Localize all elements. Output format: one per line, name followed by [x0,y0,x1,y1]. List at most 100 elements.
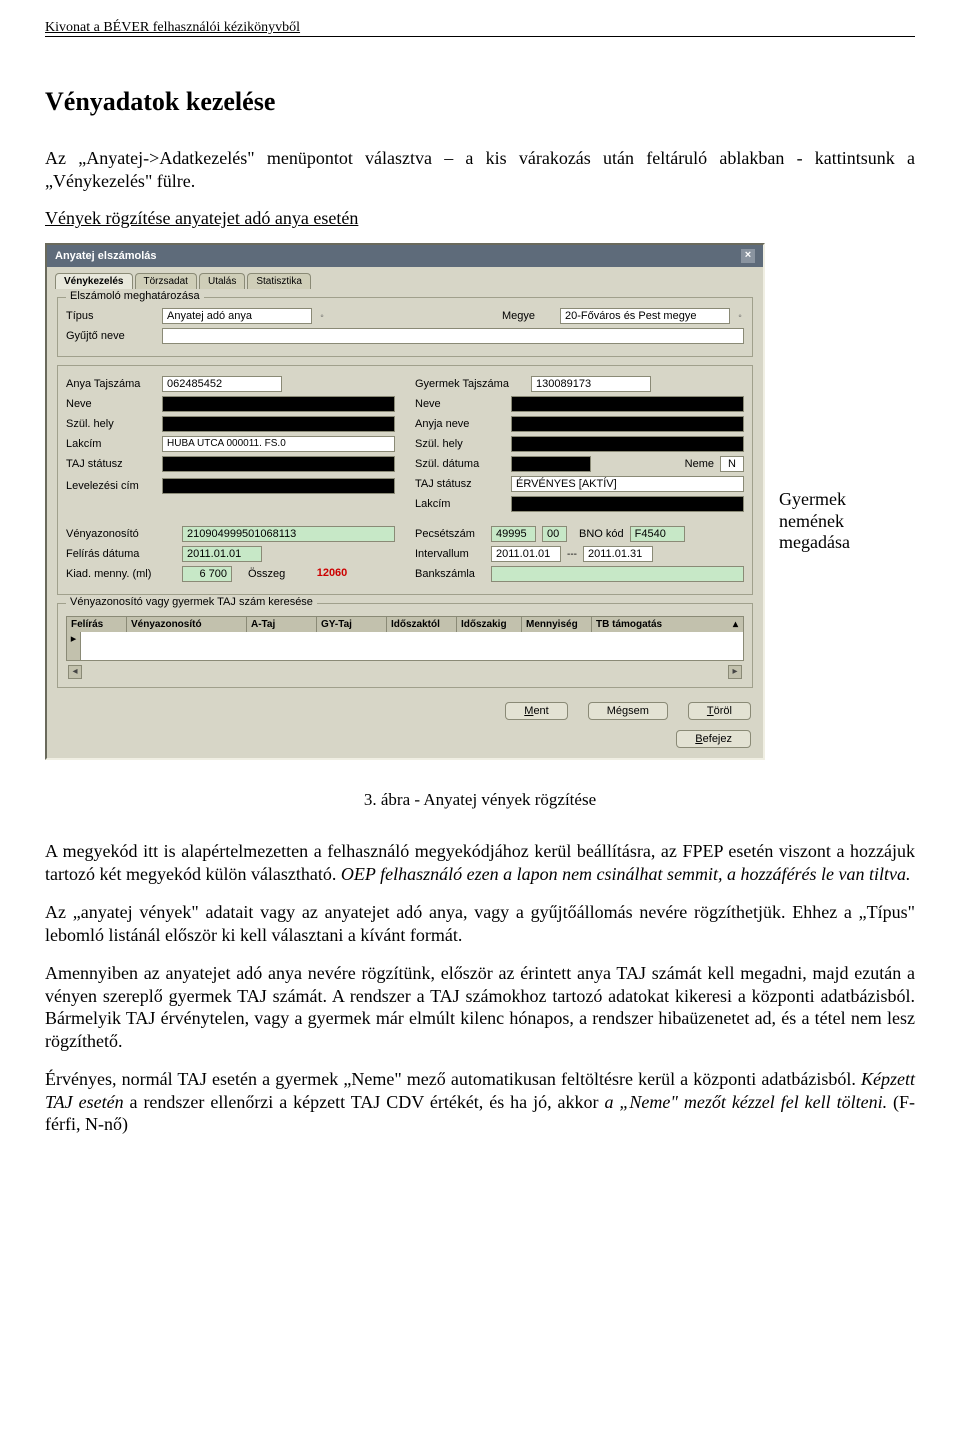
label-tipus: Típus [66,310,156,322]
tab-statisztika[interactable]: Statisztika [247,273,311,289]
label-bno: BNO kód [579,528,624,540]
scroll-up-icon[interactable]: ▴ [729,617,743,632]
tab-venykezeles[interactable]: Vénykezelés [55,273,133,289]
col-idoszakig[interactable]: Időszakig [457,617,522,632]
label-anya-taj: Anya Tajszáma [66,378,156,390]
ment-button[interactable]: MMentent [505,702,567,720]
group-elszamolo: Elszámoló meghatározása Típus Anyatej ad… [57,297,753,357]
scroll-left-icon[interactable]: ◂ [68,665,82,679]
megye-select[interactable]: 20-Főváros és Pest megye [560,308,730,324]
tab-bar: Vénykezelés Törzsadat Utalás Statisztika [47,267,763,289]
kiad-field[interactable]: 6 700 [182,566,232,582]
col-gytaj[interactable]: GY-Taj [317,617,387,632]
pecset-field[interactable]: 49995 [491,526,536,542]
label-gyermek-tajstatus: TAJ státusz [415,478,505,490]
bankszamla-field[interactable] [491,566,744,582]
label-anya-levelez: Levelezési cím [66,480,156,492]
venyazon-field[interactable]: 210904999501068113 [182,526,395,542]
spinner-icon[interactable]: ◦ [318,311,326,322]
anya-tajstatus-field[interactable] [162,456,395,472]
tipus-select[interactable]: Anyatej adó anya [162,308,312,324]
gyermek-szulhely-field[interactable] [511,436,744,452]
paragraph-3: Amennyiben az anyatejet adó anya nevére … [45,962,915,1052]
anya-szulhely-field[interactable] [162,416,395,432]
intervallum-to[interactable]: 2011.01.31 [583,546,653,562]
intro-paragraph: Az „Anyatej->Adatkezelés" menüpontot vál… [45,147,915,192]
anya-column: Anya Tajszáma 062485452 Neve Szül. hely … [66,376,395,516]
note-line2: nemének [779,511,850,533]
gyermek-szuldatum-field[interactable] [511,456,591,472]
paragraph-4: Érvényes, normál TAJ esetén a gyermek „N… [45,1068,915,1136]
label-gyermek-szuldatum: Szül. dátuma [415,458,505,470]
figure-caption: 3. ábra - Anyatej vények rögzítése [45,790,915,810]
close-icon[interactable]: × [741,249,755,263]
pecset-field2[interactable]: 00 [542,526,567,542]
scroll-right-icon[interactable]: ▸ [728,665,742,679]
col-venyazon[interactable]: Vényazonosító [127,617,247,632]
label-anya-neve: Neve [66,398,156,410]
spinner-icon[interactable]: ◦ [736,311,744,322]
label-megye: Megye [502,310,554,322]
gyermek-lakcim-field[interactable] [511,496,744,512]
table-body[interactable]: ▸ [67,632,743,660]
label-bankszamla: Bankszámla [415,568,485,580]
anya-taj-field[interactable]: 062485452 [162,376,282,392]
group-legend: Elszámoló meghatározása [66,290,204,302]
note-line1: Gyermek [779,489,850,511]
gyermek-neve-field[interactable] [511,396,744,412]
label-gyujto: Gyűjtő neve [66,330,156,342]
annotation-note: Gyermek nemének megadása [779,489,850,554]
paragraph-2: Az „anyatej vények" adatait vagy az anya… [45,901,915,946]
label-kiad: Kiad. menny. (ml) [66,568,176,580]
gyermek-anyja-field[interactable] [511,416,744,432]
group-search: Vényazonosító vagy gyermek TAJ szám kere… [57,603,753,688]
neme-field[interactable]: N [720,456,744,472]
intervallum-sep: --- [567,549,577,560]
intervallum-from[interactable]: 2011.01.01 [491,546,561,562]
torol-button[interactable]: Töröl [688,702,751,720]
anya-levelez-field[interactable] [162,478,395,494]
page-title: Vényadatok kezelése [45,87,915,117]
col-tbtamogatas[interactable]: TB támogatás [592,617,729,632]
gyermek-tajstatus-field[interactable]: ÉRVÉNYES [AKTÍV] [511,476,744,492]
label-gyermek-lakcim: Lakcím [415,498,505,510]
section-subhead: Vények rögzítése anyatejet adó anya eset… [45,208,915,229]
paragraph-1: A megyekód itt is alapértelmezetten a fe… [45,840,915,885]
tab-utalas[interactable]: Utalás [199,273,245,289]
label-neme: Neme [685,458,714,470]
button-row-2: Befejez [47,730,763,758]
gyujto-field[interactable] [162,328,744,344]
label-anya-tajstatus: TAJ státusz [66,458,156,470]
label-osszeg: Összeg [248,568,285,580]
col-idoszaktol[interactable]: Időszaktól [387,617,457,632]
window-titlebar: Anyatej elszámolás × [47,245,763,267]
anya-neve-field[interactable] [162,396,395,412]
megsem-button[interactable]: Mégsem [588,702,668,720]
label-pecset: Pecsétszám [415,528,485,540]
label-venyazon: Vényazonosító [66,528,176,540]
app-window: Anyatej elszámolás × Vénykezelés Törzsad… [45,243,765,760]
gyermek-column: Gyermek Tajszáma 130089173 Neve Anyja ne… [415,376,744,516]
label-anya-lakcim: Lakcím [66,438,156,450]
col-mennyiseg[interactable]: Mennyiség [522,617,592,632]
gyermek-taj-field[interactable]: 130089173 [531,376,651,392]
label-feliras: Felírás dátuma [66,548,176,560]
label-gyermek-szulhely: Szül. hely [415,438,505,450]
note-line3: megadása [779,532,850,554]
label-gyermek-neve: Neve [415,398,505,410]
window-title: Anyatej elszámolás [55,250,157,262]
search-legend: Vényazonosító vagy gyermek TAJ szám kere… [66,596,317,608]
page-header: Kivonat a BÉVER felhasználói kézikönyvbő… [45,20,915,37]
anya-lakcim-field[interactable]: HUBA UTCA 000011. FS.0 [162,436,395,452]
befejez-button[interactable]: Befejez [676,730,751,748]
result-table: Felírás Vényazonosító A-Taj GY-Taj Idősz… [66,616,744,661]
feliras-field[interactable]: 2011.01.01 [182,546,262,562]
col-feliras[interactable]: Felírás [67,617,127,632]
label-anya-szulhely: Szül. hely [66,418,156,430]
label-gyermek-anyja: Anyja neve [415,418,505,430]
tab-torzsadat[interactable]: Törzsadat [135,273,197,289]
group-data: Anya Tajszáma 062485452 Neve Szül. hely … [57,365,753,595]
bno-field[interactable]: F4540 [630,526,685,542]
button-row-1: MMentent Mégsem Töröl [47,696,763,730]
col-ataj[interactable]: A-Taj [247,617,317,632]
